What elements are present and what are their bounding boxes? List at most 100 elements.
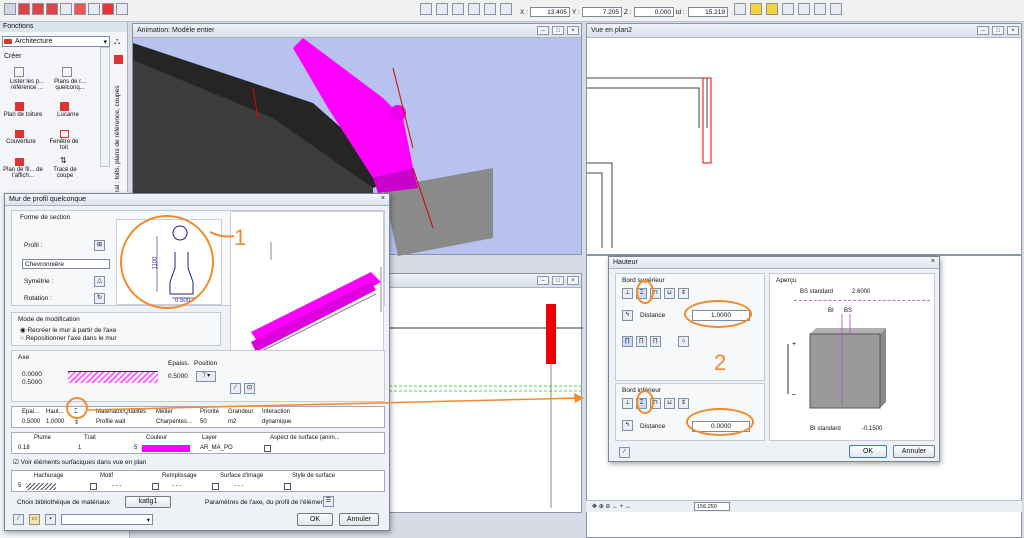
maximize-button[interactable]: □ xyxy=(992,26,1004,35)
functions-scrollbar[interactable] xyxy=(100,47,110,167)
radio-reposition[interactable]: ○ Repositionner l'axe dans le mur xyxy=(20,335,117,342)
skylight-icon[interactable] xyxy=(60,130,69,138)
favorites-dropdown[interactable]: ▾ xyxy=(61,514,153,525)
table-cell[interactable]: Profile wall xyxy=(96,419,125,425)
save-icon[interactable]: ▪ xyxy=(45,514,56,525)
cancel-button[interactable]: Annuler xyxy=(893,445,935,458)
tool-icon[interactable] xyxy=(750,3,762,15)
table-cell[interactable]: dynamique xyxy=(262,419,291,425)
color-value[interactable]: 5 xyxy=(134,445,137,451)
tool-icon[interactable] xyxy=(102,3,114,15)
table-cell[interactable]: m2 xyxy=(228,419,236,425)
hatch-swatch[interactable] xyxy=(26,483,56,490)
section-trace-icon[interactable]: ⇅ xyxy=(60,156,69,165)
option-icon[interactable]: ∏ xyxy=(622,336,633,347)
eyedropper-icon[interactable]: ⁄ xyxy=(230,383,241,394)
tool-icon[interactable] xyxy=(18,3,30,15)
table-cell[interactable]: 50 xyxy=(200,419,207,425)
snap-icon[interactable] xyxy=(500,3,512,15)
function-item-label[interactable]: Couverture xyxy=(1,139,41,145)
list-icon[interactable] xyxy=(14,67,24,77)
tool-icon[interactable] xyxy=(46,3,58,15)
y-field[interactable]: 7.205 xyxy=(582,7,622,17)
image-checkbox[interactable] xyxy=(212,483,219,490)
option-icon[interactable]: ∏ xyxy=(650,336,661,347)
tool-icon[interactable] xyxy=(32,3,44,15)
z-field[interactable]: 0.000 xyxy=(634,7,674,17)
tool-icon[interactable] xyxy=(116,3,128,15)
minimize-button[interactable]: – xyxy=(537,26,549,35)
profile-picker-icon[interactable]: ⊞ xyxy=(94,240,105,251)
roofing-icon[interactable] xyxy=(15,130,24,138)
position-dropdown[interactable]: ⊤▾ xyxy=(196,371,216,382)
lightning-icon[interactable]: ϟ xyxy=(622,420,633,431)
snap-icon[interactable] xyxy=(452,3,464,15)
function-item-label[interactable]: Plan de fil... de l'affich... xyxy=(1,167,45,179)
function-item-label[interactable]: Fenêtre de toit xyxy=(46,139,82,151)
table-cell[interactable]: Charpentes... xyxy=(156,419,192,425)
eyedropper-icon[interactable]: ⁄ xyxy=(619,447,630,458)
plane-icon[interactable] xyxy=(62,67,72,77)
edge-option-icon[interactable]: ⇕ xyxy=(678,398,689,409)
style-checkbox[interactable] xyxy=(284,483,291,490)
motif-checkbox[interactable] xyxy=(90,483,97,490)
snap-icon[interactable] xyxy=(420,3,432,15)
binoculars-icon[interactable]: ⛬ xyxy=(114,36,120,47)
function-item-label[interactable]: Lucarne xyxy=(48,112,88,118)
tool-icon[interactable] xyxy=(734,3,746,15)
tool-icon[interactable] xyxy=(798,3,810,15)
close-icon[interactable]: × xyxy=(931,258,935,265)
id-field[interactable]: 15.219 xyxy=(688,7,728,17)
maximize-button[interactable]: □ xyxy=(552,26,564,35)
cancel-button[interactable]: Annuler xyxy=(339,513,379,526)
eyedropper-icon[interactable]: ⁄ xyxy=(13,514,24,525)
table-cell[interactable]: 1.0000 xyxy=(46,419,64,425)
plan-viewport[interactable] xyxy=(587,38,1023,256)
catalog-button[interactable]: katlg1 xyxy=(125,496,171,508)
fill-checkbox[interactable] xyxy=(152,483,159,490)
option-icon[interactable]: ∏ xyxy=(636,336,647,347)
hatch-value[interactable]: 5 xyxy=(18,483,21,489)
parameters-icon[interactable]: ☰ xyxy=(323,496,334,507)
tool-icon[interactable] xyxy=(814,3,826,15)
tool-icon[interactable] xyxy=(60,3,72,15)
roof-plan-icon[interactable] xyxy=(15,102,24,111)
edge-option-icon[interactable]: ⇕ xyxy=(678,288,689,299)
close-button[interactable]: × xyxy=(567,26,579,35)
edge-option-icon[interactable]: ⊔ xyxy=(664,288,675,299)
option-icon[interactable]: ⌂ xyxy=(678,336,689,347)
ok-button[interactable]: OK xyxy=(849,445,887,458)
close-icon[interactable]: × xyxy=(381,195,385,202)
minimize-button[interactable]: – xyxy=(537,276,549,285)
close-button[interactable]: × xyxy=(567,276,579,285)
snap-icon[interactable] xyxy=(484,3,496,15)
x-field[interactable]: 13.405 xyxy=(530,7,570,17)
edge-option-icon[interactable]: ⊔ xyxy=(664,398,675,409)
snap-icon[interactable] xyxy=(468,3,480,15)
surface-elements-checkbox[interactable]: ☑ Voir éléments surfaciques dans vue en … xyxy=(13,458,146,466)
section-viewport[interactable] xyxy=(389,288,583,512)
rotation-icon[interactable]: ↻ xyxy=(94,293,105,304)
close-button[interactable]: × xyxy=(1007,26,1019,35)
tool-icon[interactable] xyxy=(766,3,778,15)
tool-icon[interactable] xyxy=(74,3,86,15)
axis-tool-icon[interactable]: ⊡ xyxy=(244,383,255,394)
minimize-button[interactable]: – xyxy=(977,26,989,35)
zoom-field[interactable]: 156.250 xyxy=(694,502,730,511)
snap-icon[interactable] xyxy=(436,3,448,15)
vertical-tab[interactable]: Général : toits, plans de référence, cou… xyxy=(114,68,125,209)
pen-value[interactable]: 0.18 xyxy=(18,445,30,451)
tool-icon[interactable] xyxy=(88,3,100,15)
edge-option-icon[interactable]: ⊥ xyxy=(622,398,633,409)
function-item-label[interactable]: Lister les p... référence ... xyxy=(3,79,51,91)
function-item-label[interactable]: Plan de toiture xyxy=(3,112,43,118)
tool-icon[interactable] xyxy=(4,3,16,15)
tool-icon[interactable] xyxy=(782,3,794,15)
layer-value[interactable]: AR_MA_PO xyxy=(200,445,233,451)
line-value[interactable]: 1 xyxy=(78,445,81,451)
aspect-checkbox[interactable] xyxy=(264,445,271,452)
architecture-dropdown[interactable]: Architecture ▾ xyxy=(2,36,110,47)
dormer-icon[interactable] xyxy=(60,102,69,111)
folder-icon[interactable]: ▭ xyxy=(29,514,40,525)
lightning-icon[interactable]: ϟ xyxy=(622,310,633,321)
